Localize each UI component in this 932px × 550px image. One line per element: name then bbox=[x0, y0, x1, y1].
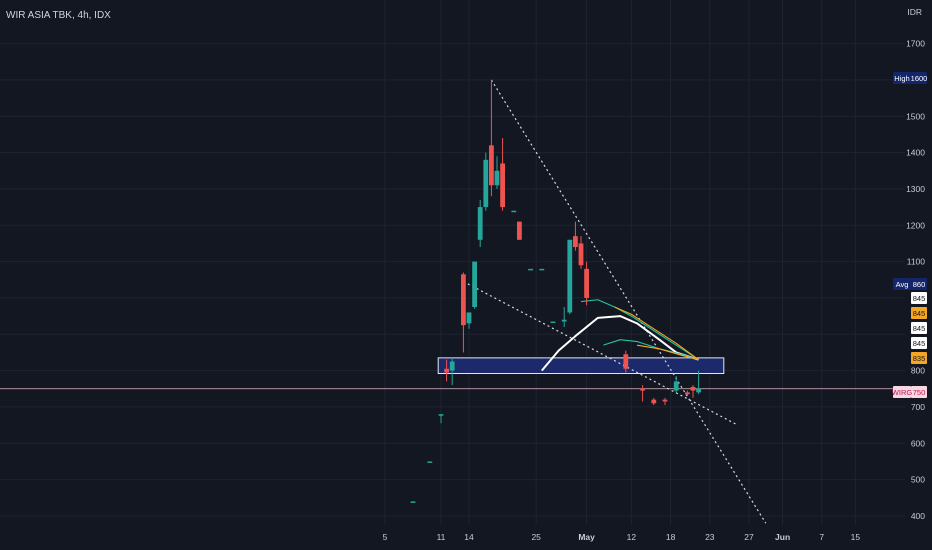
y-tick-label: 500 bbox=[911, 475, 925, 485]
candle-down bbox=[690, 386, 696, 391]
x-tick-label: 11 bbox=[437, 532, 446, 542]
price-tag-value: 860 bbox=[913, 280, 926, 289]
descending-trendline-shallow bbox=[463, 281, 739, 426]
price-tag-value: 1600 bbox=[911, 74, 928, 83]
support-zone bbox=[437, 357, 725, 374]
candle-down bbox=[444, 368, 449, 373]
candle-up bbox=[550, 321, 556, 324]
y-tick-label: 600 bbox=[911, 438, 925, 448]
candle-down bbox=[500, 163, 505, 208]
price-tag-value: 845 bbox=[913, 339, 926, 348]
candle-down bbox=[623, 354, 629, 369]
candle-up bbox=[410, 501, 416, 503]
candle-up bbox=[696, 388, 701, 393]
x-tick-label: May bbox=[578, 532, 595, 542]
candle-down bbox=[685, 392, 690, 395]
price-tag-value: 845 bbox=[913, 294, 926, 303]
candlestick-chart[interactable]: 400 500 600 700 800 1100 1200 1300 1400 1500 1700 I… bbox=[0, 0, 932, 550]
price-tag-label: WIRG bbox=[892, 388, 913, 397]
candle-down bbox=[489, 145, 494, 186]
x-tick-label: 5 bbox=[383, 532, 388, 542]
candle-up bbox=[449, 361, 455, 371]
y-tick-label: 800 bbox=[911, 366, 925, 376]
candle-down bbox=[517, 221, 522, 240]
candle-down bbox=[578, 243, 584, 266]
candle-up bbox=[483, 159, 489, 208]
x-tick-label: Jun bbox=[775, 532, 790, 542]
price-tag-value: 750 bbox=[913, 388, 926, 397]
candle-up bbox=[477, 207, 483, 240]
price-tag-label: Avg bbox=[896, 280, 909, 289]
x-tick-label: 25 bbox=[531, 532, 541, 542]
candle-up bbox=[438, 414, 444, 416]
x-tick-label: 12 bbox=[627, 532, 637, 542]
candle-up bbox=[472, 261, 477, 308]
candle-down bbox=[640, 388, 645, 391]
y-tick-label: 1700 bbox=[906, 39, 925, 49]
candle-up bbox=[539, 268, 545, 271]
candle-up bbox=[494, 170, 500, 186]
candle-up bbox=[528, 268, 533, 271]
candle-up bbox=[673, 381, 679, 391]
y-tick-label: 400 bbox=[911, 511, 925, 521]
candle-up bbox=[511, 210, 517, 213]
y-axis-currency-label: IDR bbox=[907, 7, 922, 17]
chart-title: WIR ASIA TBK, 4h, IDX bbox=[6, 10, 111, 21]
x-tick-label: 7 bbox=[819, 532, 824, 542]
y-tick-label: 700 bbox=[911, 402, 925, 412]
candle-down bbox=[573, 236, 578, 248]
chart-root: WIR ASIA TBK, 4h, IDX 400 500 600 700 800 110… bbox=[0, 0, 932, 550]
price-tag-label: High bbox=[894, 74, 909, 83]
x-tick-label: 18 bbox=[666, 532, 676, 542]
candle-down bbox=[662, 399, 668, 402]
y-tick-label: 1300 bbox=[906, 184, 925, 194]
candle-down bbox=[651, 399, 657, 404]
y-tick-label: 1200 bbox=[906, 220, 925, 230]
descending-trendline-steep bbox=[490, 79, 767, 524]
price-tag-value: 835 bbox=[913, 354, 926, 363]
candle-down bbox=[584, 268, 589, 298]
candle-up bbox=[466, 312, 472, 324]
x-tick-label: 15 bbox=[851, 532, 861, 542]
y-tick-label: 1500 bbox=[906, 111, 925, 121]
y-tick-label: 1400 bbox=[906, 148, 925, 158]
candle-down bbox=[461, 274, 466, 326]
y-tick-label: 1100 bbox=[907, 257, 926, 267]
x-tick-label: 27 bbox=[744, 532, 754, 542]
candle-up bbox=[561, 319, 567, 322]
x-tick-label: 23 bbox=[705, 532, 715, 542]
x-tick-label: 14 bbox=[464, 532, 474, 542]
price-tag-value: 845 bbox=[913, 309, 926, 318]
candle-up bbox=[427, 461, 433, 463]
ma-green-top bbox=[580, 299, 699, 361]
candle-up bbox=[567, 239, 573, 313]
price-tag-value: 845 bbox=[913, 324, 926, 333]
